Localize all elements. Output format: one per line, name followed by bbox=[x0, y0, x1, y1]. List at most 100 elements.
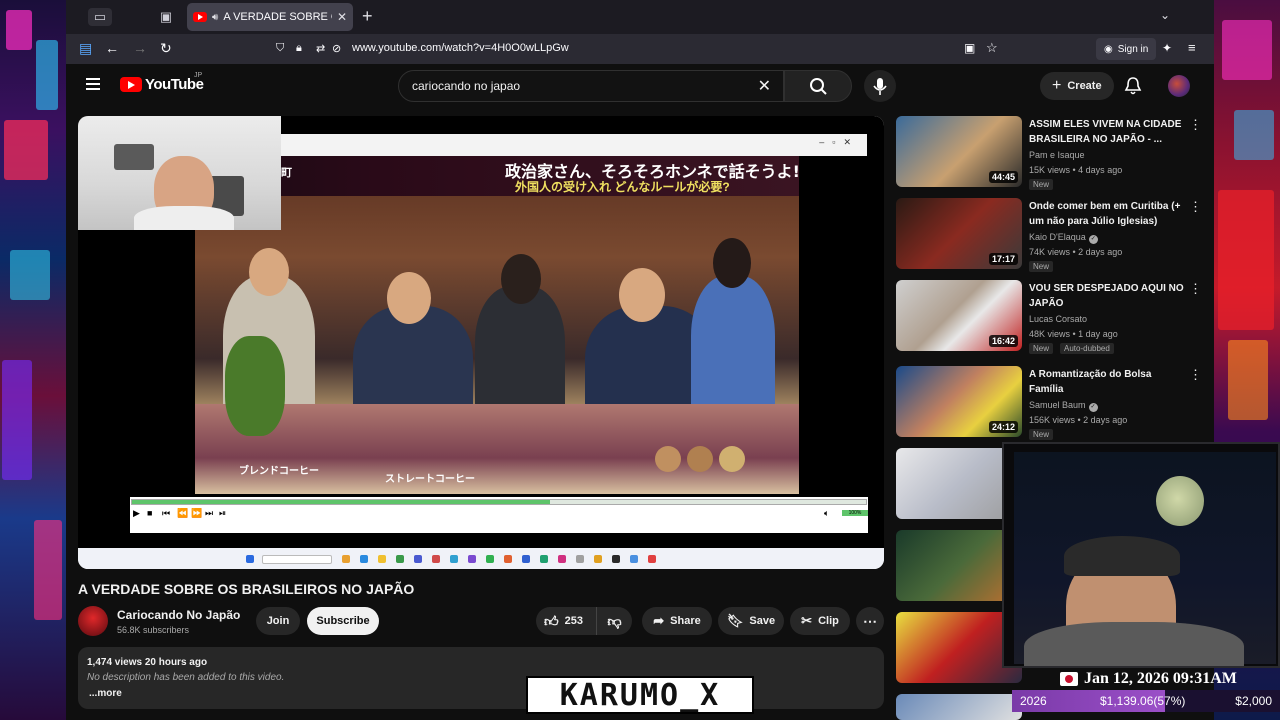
share-button[interactable]: ➦ Share bbox=[642, 607, 712, 635]
recommendation-channel[interactable]: Pam e Isaque bbox=[1029, 150, 1085, 160]
taskbar-app-icon bbox=[360, 555, 368, 563]
embedded-progress-bar[interactable] bbox=[131, 499, 867, 505]
sidebar-icon[interactable]: ▤ bbox=[79, 40, 92, 57]
search-box[interactable]: cariocando no japao ✕ bbox=[398, 70, 784, 102]
search-input[interactable]: cariocando no japao bbox=[412, 79, 520, 93]
channel-name[interactable]: Cariocando No Japão bbox=[117, 608, 240, 622]
recommendation-title[interactable]: Onde comer bem em Curitiba (+ um não par… bbox=[1029, 199, 1184, 229]
user-avatar[interactable] bbox=[1168, 75, 1190, 97]
sign-in-button[interactable]: ◉ Sign in bbox=[1096, 38, 1157, 60]
embedded-rewind-icon[interactable]: ⏪ bbox=[177, 508, 188, 519]
clip-button[interactable]: ✂ Clip bbox=[790, 607, 850, 635]
voice-search-button[interactable] bbox=[864, 70, 896, 102]
webcam-creator-shirt bbox=[134, 206, 234, 230]
thumbs-down-icon: 👎︎ bbox=[607, 612, 622, 629]
create-button[interactable]: + Create bbox=[1040, 72, 1114, 100]
recommendation-thumbnail[interactable] bbox=[896, 694, 1022, 720]
recommendation-item[interactable]: 24:12 A Romantização do Bolsa Família Sa… bbox=[896, 366, 1202, 442]
extensions-icon[interactable]: ✦ bbox=[1162, 41, 1172, 55]
create-label: Create bbox=[1067, 80, 1102, 92]
embedded-player-controls: ▶ ■ ⏮ ⏪ ⏩ ⏭ ⏯ 🔈︎ 100% bbox=[130, 497, 868, 533]
more-vertical-icon[interactable]: ⋮ bbox=[1189, 118, 1202, 131]
recommendation-channel[interactable]: Samuel Baum ✓ bbox=[1029, 400, 1098, 412]
panelist-3-head bbox=[501, 254, 541, 304]
plus-icon: + bbox=[1052, 77, 1062, 94]
taskbar-app-icon bbox=[486, 555, 494, 563]
taskbar-app-icon bbox=[342, 555, 350, 563]
recommendation-channel[interactable]: Kaio D'Elaqua ✓ bbox=[1029, 232, 1098, 244]
embedded-volume-icon[interactable]: 🔈︎ bbox=[824, 508, 829, 519]
video-player[interactable]: –▫✕ 喫茶 永田町 政治家さん、そろそろホンネで話そうよ! 外国人の受け入れ … bbox=[78, 116, 884, 569]
autoplay-blocked-icon[interactable]: ⊘ bbox=[332, 42, 341, 55]
coffee-bean-jar-2 bbox=[687, 446, 713, 472]
recommendation-meta: 156K views • 2 days ago bbox=[1029, 415, 1128, 425]
close-tab-icon[interactable]: ✕ bbox=[337, 10, 347, 24]
sidebar-toggle-icon[interactable]: ▭ bbox=[88, 8, 112, 26]
bookmark-star-icon[interactable]: ☆ bbox=[986, 40, 998, 56]
speaker-icon[interactable]: 🔊︎ bbox=[212, 12, 218, 23]
tab-groups-icon[interactable]: ▣ bbox=[156, 8, 176, 26]
streamer-nickname: KARUMO_X bbox=[526, 676, 754, 714]
reload-icon[interactable]: ↻ bbox=[160, 40, 172, 57]
goal-current: $1,139.06(57%) bbox=[1100, 694, 1186, 708]
forward-icon[interactable]: → bbox=[133, 40, 147, 56]
windows-start-icon bbox=[246, 555, 254, 563]
recommendation-item[interactable]: 44:45 ASSIM ELES VIVEM NA CIDADE BRASILE… bbox=[896, 116, 1202, 192]
background-left bbox=[0, 0, 66, 720]
dislike-button[interactable]: 👎︎ bbox=[596, 607, 632, 635]
embedded-play-icon[interactable]: ▶ bbox=[133, 508, 140, 519]
recommendation-thumbnail[interactable]: 24:12 bbox=[896, 366, 1022, 437]
notifications-bell-icon[interactable] bbox=[1124, 76, 1142, 96]
more-vertical-icon[interactable]: ⋮ bbox=[1189, 282, 1202, 295]
plant-image bbox=[225, 336, 285, 436]
recommendation-item[interactable]: 17:17 Onde comer bem em Curitiba (+ um n… bbox=[896, 198, 1202, 274]
show-more-link[interactable]: ...more bbox=[89, 688, 122, 699]
tab-youtube-video[interactable]: 🔊︎ A VERDADE SOBRE OS BRASILEIROS NO JAP… bbox=[187, 3, 353, 31]
recommendation-thumbnail[interactable]: 17:17 bbox=[896, 198, 1022, 269]
embedded-next-icon[interactable]: ⏭ bbox=[205, 508, 213, 519]
recommendation-title[interactable]: ASSIM ELES VIVEM NA CIDADE BRASILEIRA NO… bbox=[1029, 117, 1184, 147]
view-stats: 1,474 views 20 hours ago bbox=[87, 657, 208, 668]
recommendation-channel[interactable]: Lucas Corsato bbox=[1029, 314, 1087, 324]
embedded-stop-icon[interactable]: ■ bbox=[147, 508, 152, 518]
recommendation-title[interactable]: VOU SER DESPEJADO AQUI NO JAPÃO bbox=[1029, 281, 1184, 311]
clip-label: Clip bbox=[818, 615, 839, 627]
goal-target: $2,000 bbox=[1235, 694, 1272, 708]
save-button[interactable]: 🔖︎ Save bbox=[718, 607, 784, 635]
embedded-prev-icon[interactable]: ⏮ bbox=[162, 508, 170, 519]
more-vertical-icon[interactable]: ⋮ bbox=[1189, 200, 1202, 213]
picture-in-picture-icon[interactable]: ▣ bbox=[964, 41, 975, 55]
window-controls-icon: –▫✕ bbox=[819, 137, 859, 147]
description-box[interactable]: 1,474 views 20 hours ago No description … bbox=[78, 647, 884, 709]
new-badge: New bbox=[1029, 179, 1054, 190]
new-tab-icon[interactable]: + bbox=[362, 6, 373, 27]
guide-menu-icon[interactable] bbox=[86, 78, 100, 90]
youtube-logo[interactable]: YouTube bbox=[120, 76, 204, 93]
app-menu-icon[interactable]: ≡ bbox=[1188, 40, 1196, 55]
tv-caption-left: ブレンドコーヒー bbox=[239, 466, 319, 477]
back-icon[interactable]: ← bbox=[105, 40, 119, 56]
url-field[interactable]: www.youtube.com/watch?v=4H0O0wLLpGw bbox=[352, 42, 569, 54]
recommendation-item[interactable]: 16:42 VOU SER DESPEJADO AQUI NO JAPÃO Lu… bbox=[896, 280, 1202, 356]
video-duration: 44:45 bbox=[988, 171, 1018, 183]
share-arrow-icon: ➦ bbox=[653, 613, 665, 628]
recommendation-title[interactable]: A Romantização do Bolsa Família bbox=[1029, 367, 1184, 397]
permissions-icon[interactable]: ⇄ bbox=[316, 42, 325, 55]
search-button[interactable] bbox=[784, 70, 852, 102]
like-button[interactable]: 👍︎ 253 bbox=[536, 607, 596, 635]
clear-search-icon[interactable]: ✕ bbox=[758, 76, 771, 96]
join-button[interactable]: Join bbox=[256, 607, 300, 635]
list-all-tabs-icon[interactable]: ⌄ bbox=[1160, 8, 1170, 22]
embedded-forward-icon[interactable]: ⏩ bbox=[191, 508, 202, 519]
more-vertical-icon[interactable]: ⋮ bbox=[1189, 368, 1202, 381]
recommendation-thumbnail[interactable]: 44:45 bbox=[896, 116, 1022, 187]
taskbar-app-icon bbox=[558, 555, 566, 563]
lock-icon[interactable]: 🔒︎ bbox=[296, 42, 302, 55]
shield-icon[interactable]: ⛉ bbox=[276, 42, 284, 55]
recommendation-thumbnail[interactable]: 16:42 bbox=[896, 280, 1022, 351]
channel-avatar[interactable] bbox=[78, 606, 108, 636]
subscribe-button[interactable]: Subscribe bbox=[307, 607, 379, 635]
embedded-volume-bar[interactable]: 100% bbox=[842, 510, 868, 516]
more-actions-button[interactable]: ⋯ bbox=[856, 607, 884, 635]
embedded-frame-icon[interactable]: ⏯ bbox=[219, 508, 226, 519]
